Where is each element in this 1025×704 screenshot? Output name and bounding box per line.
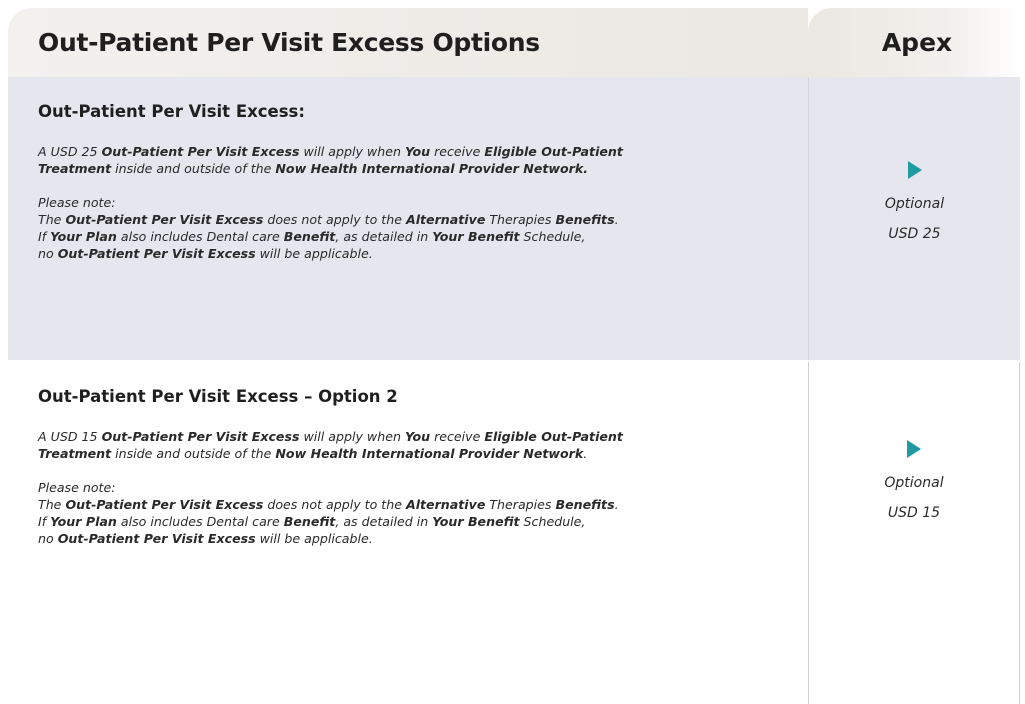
text: . xyxy=(583,446,588,461)
term: Now Health International Provider Networ… xyxy=(275,446,584,461)
text: If xyxy=(38,229,51,244)
text: . xyxy=(614,497,619,512)
excess-note: Please note: The Out-Patient Per Visit E… xyxy=(38,194,778,262)
text-line: The Out-Patient Per Visit Excess does no… xyxy=(38,496,778,513)
page-title: Out-Patient Per Visit Excess Options xyxy=(38,28,540,57)
option-cell: Optional USD 15 xyxy=(809,440,1019,528)
option-value: USD 25 xyxy=(888,226,941,242)
option-label: Optional xyxy=(884,196,945,212)
text-line: Treatment inside and outside of the Now … xyxy=(38,445,778,462)
text: does not apply to the xyxy=(263,212,406,227)
text: , as detailed in xyxy=(335,514,433,529)
term: Alternative xyxy=(405,212,486,227)
term: You xyxy=(404,429,431,444)
note-label: Please note: xyxy=(38,480,116,495)
text: . xyxy=(614,212,619,227)
term: Eligible Out-Patient xyxy=(484,144,623,159)
benefit-row-description: Out-Patient Per Visit Excess – Option 2 … xyxy=(8,362,808,704)
term: You xyxy=(404,144,431,159)
text: Schedule, xyxy=(519,514,586,529)
text-line: A USD 25 Out-Patient Per Visit Excess wi… xyxy=(38,143,778,160)
term: Your Plan xyxy=(50,229,117,244)
term: Benefit xyxy=(283,514,336,529)
term: Out-Patient Per Visit Excess xyxy=(57,246,256,261)
option-label: Optional xyxy=(884,475,944,491)
text: Therapies xyxy=(485,497,556,512)
option-cell: Optional USD 25 xyxy=(809,161,1020,249)
text: , as detailed in xyxy=(335,229,433,244)
term: Eligible Out-Patient xyxy=(484,429,623,444)
text-line: The Out-Patient Per Visit Excess does no… xyxy=(38,211,778,228)
option-value: USD 15 xyxy=(887,505,941,521)
benefit-row-description: Out-Patient Per Visit Excess: A USD 25 O… xyxy=(8,77,808,360)
section-title: Out-Patient Per Visit Excess: xyxy=(38,102,305,121)
term: Alternative xyxy=(405,497,486,512)
text: The xyxy=(38,497,66,512)
text: The xyxy=(38,212,66,227)
term: Out-Patient Per Visit Excess xyxy=(57,531,256,546)
text-line: A USD 15 Out-Patient Per Visit Excess wi… xyxy=(38,428,778,445)
text: does not apply to the xyxy=(263,497,406,512)
benefit-row-option: Optional USD 25 xyxy=(808,77,1020,360)
term: Now Health International Provider Networ… xyxy=(275,161,589,176)
note-label: Please note: xyxy=(38,195,116,210)
text: will apply when xyxy=(299,429,405,444)
term: Your Benefit xyxy=(432,229,520,244)
text-line: no Out-Patient Per Visit Excess will be … xyxy=(38,245,778,262)
term: Out-Patient Per Visit Excess xyxy=(65,497,264,512)
term: Out-Patient Per Visit Excess xyxy=(65,212,264,227)
text: will apply when xyxy=(299,144,405,159)
term: Your Plan xyxy=(50,514,117,529)
text: will be applicable. xyxy=(255,531,373,546)
text: inside and outside of the xyxy=(111,446,276,461)
text: A USD 25 xyxy=(38,144,102,159)
excess-description: A USD 25 Out-Patient Per Visit Excess wi… xyxy=(38,143,778,177)
play-arrow-icon xyxy=(907,161,922,179)
column-header-label: Apex xyxy=(881,28,953,57)
term: Treatment xyxy=(38,161,112,176)
text: will be applicable. xyxy=(255,246,373,261)
column-header-apex: Apex xyxy=(808,8,1020,77)
term: Benefit xyxy=(283,229,336,244)
text: inside and outside of the xyxy=(111,161,276,176)
text: receive xyxy=(430,144,485,159)
table-header: Out-Patient Per Visit Excess Options xyxy=(8,8,808,77)
text-line: Treatment inside and outside of the Now … xyxy=(38,160,778,177)
text: no xyxy=(38,531,58,546)
section-title: Out-Patient Per Visit Excess – Option 2 xyxy=(38,387,398,406)
term: Benefits xyxy=(555,497,615,512)
text: also includes Dental care xyxy=(116,514,284,529)
term: Out-Patient Per Visit Excess xyxy=(101,429,300,444)
text: also includes Dental care xyxy=(116,229,284,244)
text: A USD 15 xyxy=(38,429,102,444)
term: Treatment xyxy=(38,446,112,461)
benefit-table: Out-Patient Per Visit Excess Options Ape… xyxy=(0,0,1025,704)
term: Your Benefit xyxy=(432,514,520,529)
text-line: If Your Plan also includes Dental care B… xyxy=(38,228,778,245)
text: If xyxy=(38,514,51,529)
excess-description: A USD 15 Out-Patient Per Visit Excess wi… xyxy=(38,428,778,462)
benefit-row-option: Optional USD 15 xyxy=(808,362,1020,704)
text-line: If Your Plan also includes Dental care B… xyxy=(38,513,778,530)
term: Out-Patient Per Visit Excess xyxy=(101,144,300,159)
text-line: no Out-Patient Per Visit Excess will be … xyxy=(38,530,778,547)
text: Schedule, xyxy=(519,229,586,244)
text: no xyxy=(38,246,58,261)
excess-note: Please note: The Out-Patient Per Visit E… xyxy=(38,479,778,547)
text: receive xyxy=(430,429,485,444)
play-arrow-icon xyxy=(907,440,921,458)
term: Benefits xyxy=(555,212,615,227)
text: Therapies xyxy=(485,212,556,227)
